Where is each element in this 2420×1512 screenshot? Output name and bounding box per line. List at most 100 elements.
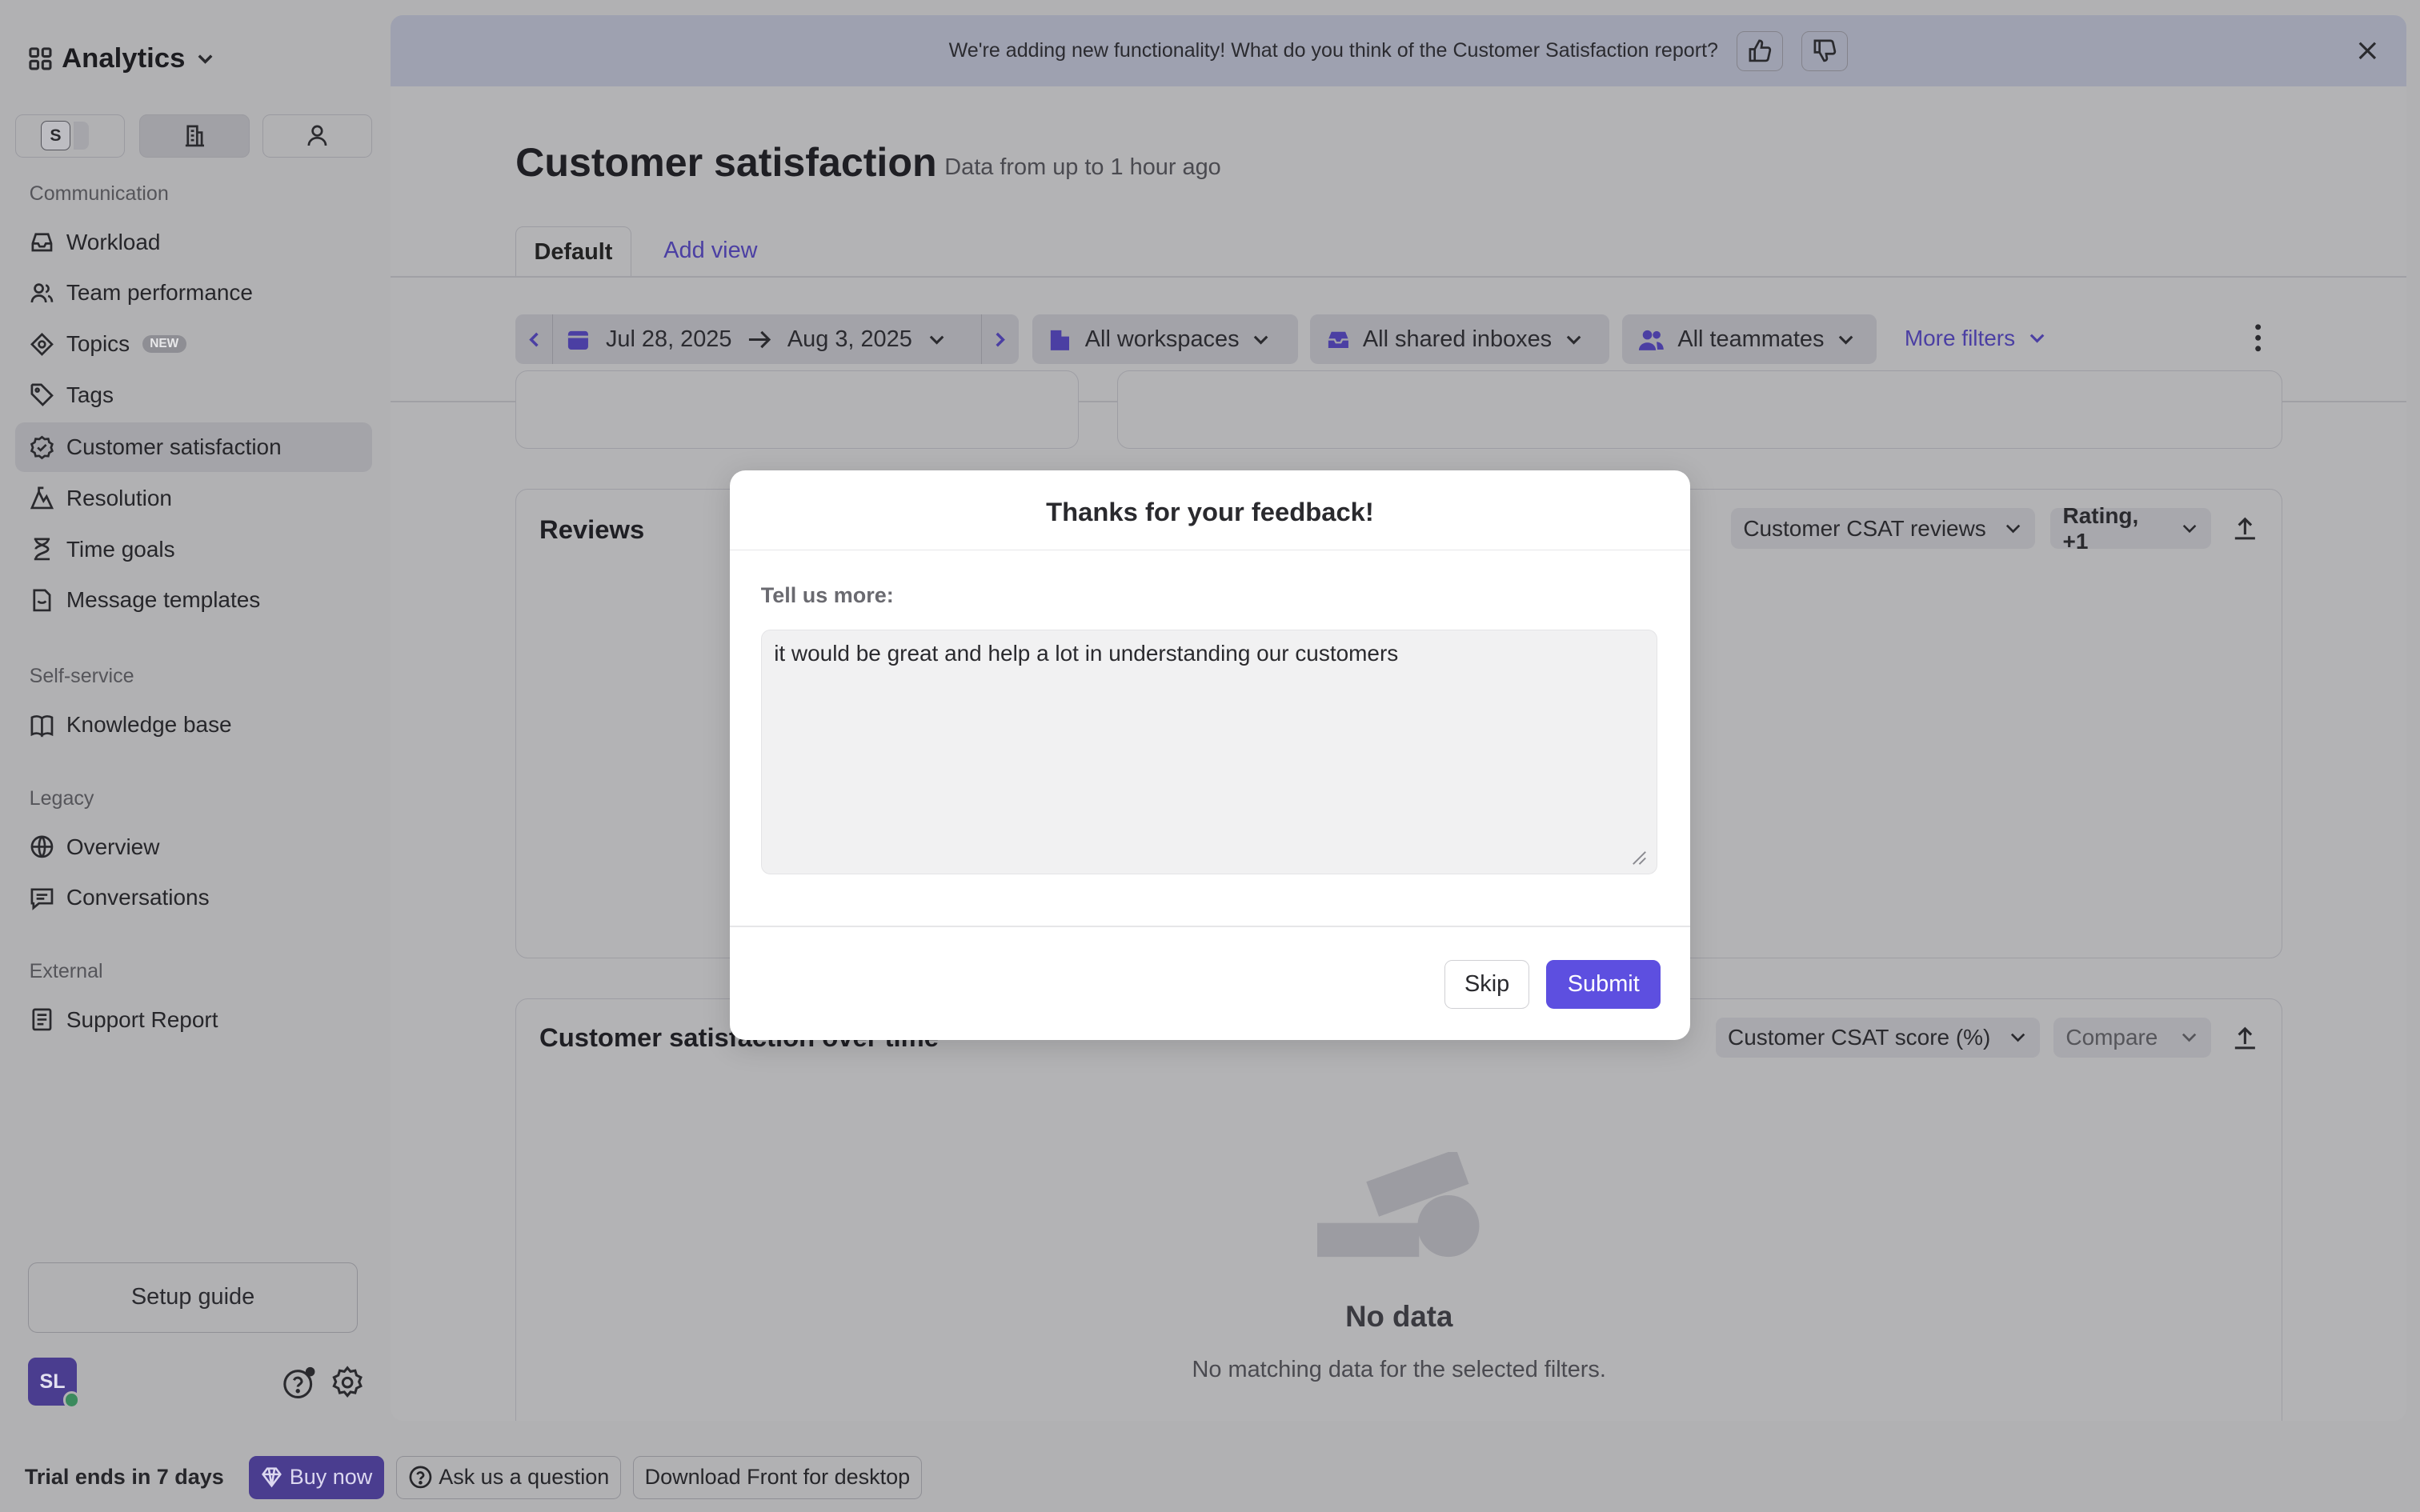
resize-handle-icon[interactable]	[1629, 847, 1647, 866]
inbox-icon	[1328, 331, 1348, 348]
teammates-filter[interactable]: All teammates	[1621, 314, 1877, 365]
tab-default[interactable]: Default	[515, 226, 631, 278]
building-icon	[1051, 330, 1070, 350]
chevron-down-icon	[2006, 524, 2021, 534]
app-switcher[interactable]: Analytics	[28, 40, 216, 77]
reviews-metric-label: Customer CSAT reviews	[1743, 515, 1986, 541]
thumbs-up-icon	[1749, 39, 1771, 62]
sidebar-item-topics[interactable]: Topics NEW	[15, 319, 371, 369]
sidebar-item-label: Team performance	[66, 280, 253, 306]
workspace-badge: S	[41, 121, 70, 151]
date-prev-button[interactable]	[515, 314, 554, 365]
feedback-textarea[interactable]: it would be great and help a lot in unde…	[760, 629, 1658, 875]
sidebar-item-support-report[interactable]: Support Report	[15, 995, 371, 1045]
section-external: External	[29, 959, 103, 982]
page-subtitle: Data from up to 1 hour ago	[944, 154, 1221, 180]
status-dot	[62, 1391, 81, 1409]
workspace-switch-personal[interactable]: S	[15, 114, 126, 158]
inbox-icon	[30, 230, 54, 254]
template-icon	[30, 588, 54, 613]
inboxes-filter[interactable]: All shared inboxes	[1310, 314, 1610, 365]
skip-button[interactable]: Skip	[1444, 959, 1530, 1010]
sidebar-item-knowledge-base[interactable]: Knowledge base	[15, 701, 371, 750]
more-filters-button[interactable]: More filters	[1905, 326, 2046, 351]
export-icon[interactable]	[2231, 514, 2259, 542]
date-end: Aug 3, 2025	[787, 326, 912, 352]
chevron-down-icon	[1838, 335, 1853, 345]
sidebar-item-overview[interactable]: Overview	[15, 822, 371, 872]
reviews-title: Reviews	[539, 514, 645, 545]
workspaces-filter[interactable]: All workspaces	[1032, 314, 1298, 365]
sidebar-item-time-goals[interactable]: Time goals	[15, 525, 371, 574]
arrow-right-icon	[748, 330, 771, 348]
more-options-icon[interactable]	[2250, 322, 2266, 354]
diamond-icon	[262, 1467, 282, 1488]
satisfaction-over-time-card: Customer satisfaction over time Customer…	[515, 998, 2283, 1422]
user-icon	[307, 125, 327, 146]
chevron-down-icon	[2010, 1034, 2025, 1042]
gear-icon[interactable]	[329, 1364, 366, 1401]
ask-question-label: Ask us a question	[439, 1465, 610, 1490]
sidebar-item-label: Tags	[66, 382, 114, 407]
divider	[730, 549, 1690, 551]
ask-question-button[interactable]: Ask us a question	[396, 1455, 621, 1499]
building-icon	[185, 125, 204, 147]
calendar-icon	[567, 330, 588, 350]
empty-state-illustration	[1317, 1151, 1480, 1257]
sidebar-item-resolution[interactable]: Resolution	[15, 474, 371, 523]
tab-add-view[interactable]: Add view	[663, 238, 757, 264]
no-data-title: No data	[1345, 1299, 1453, 1333]
avatar[interactable]: SL	[27, 1358, 81, 1409]
help-icon[interactable]	[281, 1364, 318, 1401]
score-metric-label: Customer CSAT score (%)	[1728, 1024, 1991, 1050]
score-metric-select[interactable]: Customer CSAT score (%)	[1715, 1017, 2040, 1058]
metric-card	[1117, 370, 2283, 450]
reviews-metric-select[interactable]: Customer CSAT reviews	[1730, 508, 2035, 549]
sidebar-item-workload[interactable]: Workload	[15, 218, 371, 267]
thumbs-up-button[interactable]	[1737, 30, 1783, 71]
sidebar-item-label: Message templates	[66, 587, 261, 613]
globe-icon	[30, 834, 54, 859]
sidebar-item-label: Workload	[66, 229, 161, 254]
more-filters-label: More filters	[1904, 325, 2016, 350]
avatar-initials: SL	[39, 1370, 66, 1393]
report-icon	[30, 1007, 54, 1032]
team-icon	[1639, 330, 1664, 350]
sidebar-item-team-performance[interactable]: Team performance	[15, 269, 371, 318]
close-icon[interactable]	[2354, 37, 2382, 65]
chevron-down-icon	[1566, 335, 1581, 345]
chevron-left-icon	[528, 332, 539, 347]
rating-filter-select[interactable]: Rating, +1	[2050, 503, 2211, 554]
buy-now-button[interactable]: Buy now	[248, 1455, 384, 1499]
workspace-switch-user[interactable]	[262, 114, 372, 158]
bottom-bar: Trial ends in 7 days Buy now Ask us a qu…	[0, 1442, 2420, 1512]
chevron-down-icon	[198, 54, 213, 64]
section-self-service: Self-service	[29, 665, 134, 688]
thumbs-down-button[interactable]	[1801, 30, 1848, 71]
modal-title: Thanks for your feedback!	[1046, 496, 1374, 526]
new-badge: NEW	[142, 335, 186, 353]
date-range-picker[interactable]: Jul 28, 2025 Aug 3, 2025	[515, 314, 1019, 365]
team-icon	[30, 281, 54, 306]
export-icon[interactable]	[2231, 1024, 2259, 1052]
workspace-switch-company[interactable]	[138, 114, 250, 158]
resolution-icon	[30, 486, 54, 510]
sidebar-item-conversations[interactable]: Conversations	[15, 874, 371, 923]
sidebar-item-tags[interactable]: Tags	[15, 370, 371, 420]
compare-select[interactable]: Compare	[2053, 1017, 2211, 1058]
grid-icon	[29, 47, 52, 70]
sidebar-item-message-templates[interactable]: Message templates	[15, 575, 371, 625]
book-icon	[30, 713, 54, 738]
date-next-button[interactable]	[980, 314, 1019, 365]
chevron-down-icon	[929, 335, 944, 345]
chevron-down-icon	[2182, 524, 2197, 534]
sidebar-item-customer-satisfaction[interactable]: Customer satisfaction	[15, 422, 372, 473]
sidebar-item-label: Resolution	[66, 485, 172, 510]
download-desktop-button[interactable]: Download Front for desktop	[633, 1455, 922, 1499]
app-title: Analytics	[62, 42, 186, 74]
question-icon	[409, 1466, 431, 1489]
sidebar-item-label: Conversations	[66, 885, 210, 910]
tell-us-more-label: Tell us more:	[760, 582, 894, 607]
submit-button[interactable]: Submit	[1546, 959, 1661, 1010]
setup-guide-button[interactable]: Setup guide	[27, 1262, 359, 1334]
